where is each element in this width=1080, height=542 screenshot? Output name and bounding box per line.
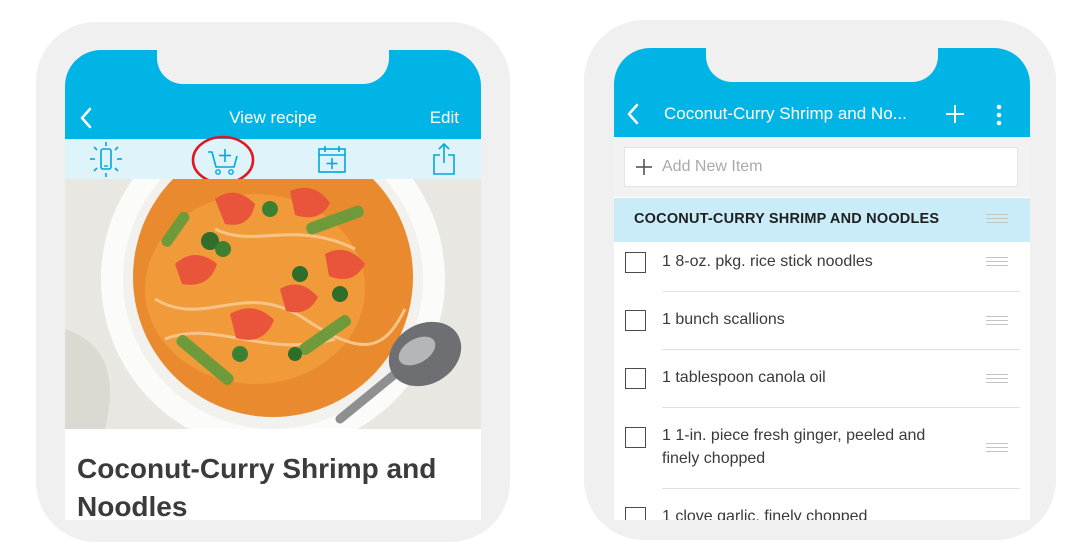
recipe-toolbar [65,139,481,179]
list-title: Coconut-Curry Shrimp and No... [664,104,907,123]
page-title: View recipe [229,108,317,127]
add-to-calendar-button[interactable] [317,144,347,174]
drag-handle-icon[interactable] [986,316,1008,325]
plus-icon [946,105,964,123]
left-notch [157,50,389,84]
edit-button[interactable]: Edit [430,108,459,128]
add-to-calendar-icon [318,146,346,173]
list-item: 1 tablespoon canola oil [614,350,1030,408]
add-to-cart-icon [191,135,255,185]
item-text: 1 tablespoon canola oil [662,369,826,386]
back-button[interactable] [624,102,644,126]
phone-flash-button[interactable] [87,142,125,178]
add-button[interactable] [944,103,966,125]
add-item-input[interactable]: Add New Item [624,147,1018,187]
item-text: 1 bunch scallions [662,311,785,328]
item-checkbox[interactable] [625,310,646,331]
share-icon [433,142,455,175]
add-to-cart-button[interactable] [190,135,256,185]
drag-handle-icon[interactable] [986,374,1008,383]
recipe-title-line2: Noodles [77,491,188,520]
list-item: 1 1-in. piece fresh ginger, peeled and f… [614,408,1030,488]
drag-handle-icon[interactable] [986,443,1008,452]
recipe-title-line1: Coconut-Curry Shrimp and [77,453,437,484]
item-text-line2: finely chopped [662,450,766,467]
right-notch [706,48,938,82]
drag-handle-icon[interactable] [986,257,1008,266]
item-text: 1 clove garlic, finely chopped [662,508,868,520]
recipe-photo [65,179,481,429]
more-button[interactable] [992,103,1006,127]
phone-flash-icon [90,142,122,177]
recipe-title: Coconut-Curry Shrimp and Noodles [77,450,477,520]
drag-handle-icon[interactable] [986,214,1008,223]
left-phone-screen: View recipe Edit Coconut-Curry Shrimp an… [65,50,481,520]
section-header-label: COCONUT-CURRY SHRIMP AND NOODLES [634,211,940,227]
plus-icon [636,159,652,175]
section-header[interactable]: COCONUT-CURRY SHRIMP AND NOODLES [614,198,1030,242]
item-checkbox[interactable] [625,368,646,389]
list-item: 1 clove garlic, finely chopped [614,489,1030,520]
item-text: 1 8-oz. pkg. rice stick noodles [662,253,873,270]
item-text-line1: 1 1-in. piece fresh ginger, peeled and [662,427,926,444]
item-checkbox[interactable] [625,427,646,448]
chevron-left-icon [627,103,639,125]
more-vertical-icon [996,104,1002,126]
right-phone-screen: Coconut-Curry Shrimp and No... Add New I… [614,48,1030,520]
item-checkbox[interactable] [625,507,646,520]
item-checkbox[interactable] [625,252,646,273]
add-item-placeholder: Add New Item [662,158,763,175]
list-item: 1 bunch scallions [614,292,1030,350]
share-button[interactable] [431,142,457,176]
